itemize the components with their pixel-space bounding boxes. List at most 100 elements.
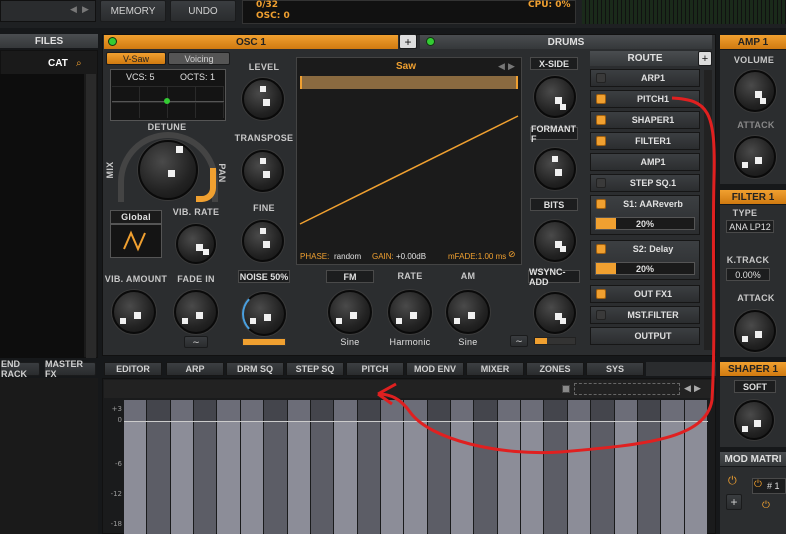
route-item[interactable]: FILTER1 bbox=[590, 132, 700, 150]
tab-sys[interactable]: SYS bbox=[586, 362, 644, 376]
send-amount-bar[interactable]: 20% bbox=[595, 217, 695, 230]
mod-power-icon[interactable]: ⏻ bbox=[728, 474, 737, 488]
editor-toggle-icon[interactable] bbox=[562, 385, 570, 393]
tab-step-sq[interactable]: STEP SQ bbox=[286, 362, 344, 376]
fm-knob[interactable] bbox=[328, 290, 372, 334]
search-icon[interactable]: ⌕ bbox=[76, 58, 82, 69]
rate-mode-select[interactable]: Harmonic bbox=[380, 337, 440, 347]
editor-prev-icon[interactable]: ◀ bbox=[684, 384, 691, 394]
category-label[interactable]: CAT bbox=[48, 58, 68, 69]
editor-next-icon[interactable]: ▶ bbox=[694, 384, 701, 394]
route-toggle[interactable] bbox=[596, 136, 606, 146]
noise-knob[interactable] bbox=[242, 292, 286, 336]
amp-volume-knob[interactable] bbox=[734, 70, 776, 112]
level-knob[interactable] bbox=[242, 78, 284, 120]
vib-amount-knob[interactable] bbox=[112, 290, 156, 334]
osc-add-button[interactable]: + bbox=[399, 34, 417, 49]
formant-label[interactable]: FORMANT F bbox=[530, 124, 578, 144]
osc-power-led[interactable] bbox=[108, 37, 117, 46]
memory-button[interactable]: MEMORY bbox=[100, 0, 166, 22]
detune-knob[interactable] bbox=[138, 140, 198, 200]
fine-knob[interactable] bbox=[242, 220, 284, 262]
route-item[interactable]: AMP1 bbox=[590, 153, 700, 171]
route-item[interactable]: ARP1 bbox=[590, 69, 700, 87]
shaper-type-select[interactable]: SOFT bbox=[734, 380, 776, 393]
shaper-knob[interactable] bbox=[734, 400, 774, 440]
bits-label[interactable]: BITS bbox=[530, 198, 578, 211]
am-knob[interactable] bbox=[446, 290, 490, 334]
route-toggle[interactable] bbox=[596, 199, 606, 209]
drums-power-led[interactable] bbox=[426, 37, 435, 46]
fade-curve-button[interactable]: ∼ bbox=[184, 336, 208, 348]
route-item[interactable]: S2: Delay 20% bbox=[590, 240, 700, 280]
wsync-label[interactable]: WSYNC-ADD bbox=[528, 267, 580, 287]
editor-range-handle[interactable] bbox=[574, 383, 680, 395]
filter-type-select[interactable]: ANA LP12 bbox=[726, 220, 774, 233]
mod-row-power-icon-2[interactable]: ⏻ bbox=[762, 500, 770, 511]
tab-pitch[interactable]: PITCH bbox=[346, 362, 404, 376]
route-item[interactable]: OUTPUT bbox=[590, 327, 700, 345]
filter-attack-knob[interactable] bbox=[734, 310, 776, 352]
route-toggle[interactable] bbox=[596, 178, 606, 188]
tab-mixer[interactable]: MIXER bbox=[466, 362, 524, 376]
route-item[interactable]: STEP SQ.1 bbox=[590, 174, 700, 192]
wsync-knob[interactable] bbox=[534, 292, 576, 334]
send-amount-bar[interactable]: 20% bbox=[595, 262, 695, 275]
xside-knob[interactable] bbox=[534, 76, 576, 118]
route-toggle[interactable] bbox=[596, 115, 606, 125]
rate-knob[interactable] bbox=[388, 290, 432, 334]
transpose-knob[interactable] bbox=[242, 150, 284, 192]
mod-add-button[interactable]: + bbox=[726, 494, 742, 510]
files-scrollbar[interactable] bbox=[86, 74, 96, 358]
route-toggle[interactable] bbox=[596, 244, 606, 254]
ktrack-value[interactable]: 0.00% bbox=[726, 268, 770, 281]
noise-level-bar[interactable] bbox=[242, 338, 286, 346]
wavetable-position-bar[interactable] bbox=[300, 76, 518, 89]
tab-editor[interactable]: EDITOR bbox=[104, 362, 162, 376]
nav-left-arrow[interactable]: ◀ bbox=[70, 5, 77, 15]
am-wave-select[interactable]: Sine bbox=[444, 337, 492, 347]
tab-mod-env[interactable]: MOD ENV bbox=[406, 362, 464, 376]
octs-value[interactable]: OCTS: 1 bbox=[180, 72, 215, 82]
tab-vsaw[interactable]: V-Saw bbox=[106, 52, 166, 65]
undo-button[interactable]: UNDO bbox=[170, 0, 236, 22]
wsync-level-bar[interactable] bbox=[534, 337, 576, 345]
route-item[interactable]: SHAPER1 bbox=[590, 111, 700, 129]
route-item[interactable]: OUT FX1 bbox=[590, 285, 700, 303]
route-toggle[interactable] bbox=[596, 289, 606, 299]
mfade-value[interactable]: mFADE:1.00 ms bbox=[448, 252, 506, 261]
gain-value[interactable]: +0.00dB bbox=[396, 252, 426, 261]
fade-in-knob[interactable] bbox=[174, 290, 218, 334]
route-add-button[interactable]: + bbox=[698, 51, 712, 66]
wave-prev-icon[interactable]: ◀ bbox=[498, 62, 505, 72]
route-item[interactable]: S1: AAReverb 20% bbox=[590, 195, 700, 235]
tab-drm-sq[interactable]: DRM SQ bbox=[226, 362, 284, 376]
fm-label[interactable]: FM bbox=[326, 270, 374, 283]
route-scrollbar[interactable] bbox=[704, 70, 712, 350]
send-rack-tab[interactable]: END RACK bbox=[0, 359, 40, 379]
master-fx-tab[interactable]: MASTER FX bbox=[44, 359, 96, 379]
wave-next-icon[interactable]: ▶ bbox=[508, 62, 515, 72]
fm-wave-select[interactable]: Sine bbox=[326, 337, 374, 347]
xside-label[interactable]: X-SIDE bbox=[530, 57, 578, 70]
tab-zones[interactable]: ZONES bbox=[526, 362, 584, 376]
route-item[interactable]: PITCH1 bbox=[590, 90, 700, 108]
tab-arp[interactable]: ARP bbox=[166, 362, 224, 376]
formant-knob[interactable] bbox=[534, 148, 576, 190]
route-toggle[interactable] bbox=[596, 73, 606, 83]
mod-row-power-icon[interactable]: ⏻ bbox=[754, 479, 762, 490]
phase-value[interactable]: random bbox=[334, 252, 361, 261]
route-toggle[interactable] bbox=[596, 310, 606, 320]
bits-knob[interactable] bbox=[534, 220, 576, 262]
vcs-value[interactable]: VCS: 5 bbox=[126, 72, 155, 82]
waveform-name[interactable]: Saw bbox=[396, 61, 416, 72]
files-list[interactable] bbox=[0, 74, 84, 358]
route-toggle[interactable] bbox=[596, 94, 606, 104]
route-item[interactable]: MST.FILTER bbox=[590, 306, 700, 324]
tab-voicing[interactable]: Voicing bbox=[168, 52, 230, 65]
amp-attack-knob[interactable] bbox=[734, 136, 776, 178]
nav-right-arrow[interactable]: ▶ bbox=[82, 5, 89, 15]
noise-value[interactable]: NOISE 50% bbox=[238, 270, 290, 283]
no-sign-icon[interactable]: ⊘ bbox=[508, 250, 516, 260]
wsync-curve-button[interactable]: ∼ bbox=[510, 335, 528, 347]
